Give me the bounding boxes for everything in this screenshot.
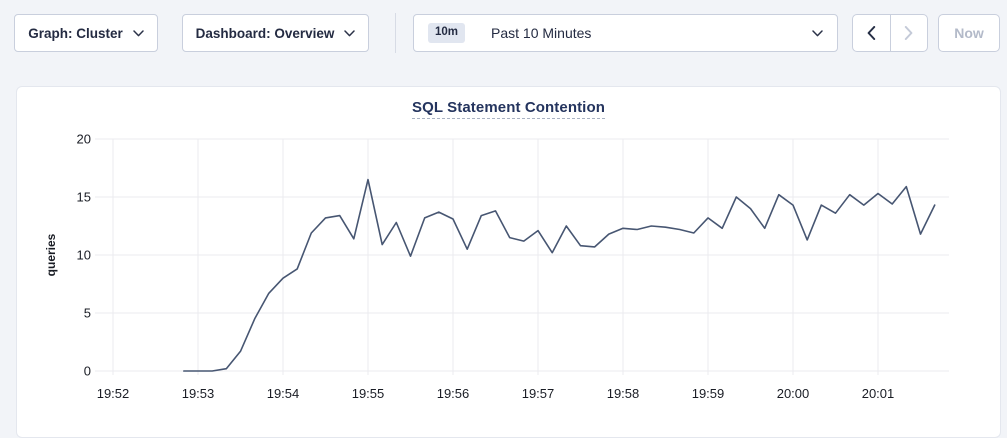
toolbar-divider [395, 13, 396, 53]
x-tick-label: 20:00 [777, 386, 810, 401]
chart-plot[interactable]: 0 5 10 15 20 19:52 19:53 19:54 19:55 19:56 19:57 19… [17, 123, 1002, 433]
prev-time-button[interactable] [853, 15, 891, 51]
x-tick-label: 20:01 [862, 386, 895, 401]
chevron-right-icon [904, 26, 913, 40]
time-window-badge: 10m [428, 23, 465, 43]
dashboard-dropdown[interactable]: Dashboard: Overview [182, 14, 369, 52]
x-tick-label: 19:55 [352, 386, 385, 401]
y-tick-label: 20 [77, 132, 91, 147]
time-range-label: Past 10 Minutes [491, 25, 591, 41]
y-tick-label: 0 [84, 364, 91, 379]
chart-title-row: SQL Statement Contention [17, 87, 1000, 119]
chevron-down-icon [812, 30, 823, 37]
next-time-button[interactable] [891, 15, 928, 51]
graph-dropdown[interactable]: Graph: Cluster [14, 14, 158, 52]
x-tick-label: 19:53 [182, 386, 215, 401]
y-tick-label: 5 [84, 306, 91, 321]
graph-dropdown-label: Graph: Cluster [28, 26, 123, 41]
chart-card: SQL Statement Contention 0 5 10 15 20 19:52 19… [16, 86, 1001, 438]
now-button-label: Now [954, 25, 984, 41]
chart-title[interactable]: SQL Statement Contention [412, 99, 605, 119]
x-tick-label: 19:54 [267, 386, 300, 401]
series-line [184, 180, 935, 371]
dashboard-dropdown-label: Dashboard: Overview [196, 26, 335, 41]
x-tick-label: 19:59 [692, 386, 725, 401]
time-range-dropdown[interactable]: 10m Past 10 Minutes [413, 14, 838, 52]
x-tick-label: 19:57 [522, 386, 555, 401]
now-button[interactable]: Now [938, 14, 1000, 52]
y-tick-label: 15 [77, 190, 91, 205]
chevron-left-icon [867, 26, 876, 40]
y-axis-label: queries [44, 233, 58, 276]
x-tick-label: 19:56 [437, 386, 470, 401]
x-tick-label: 19:58 [607, 386, 640, 401]
y-tick-label: 10 [77, 248, 91, 263]
time-nav-group [852, 14, 928, 52]
chevron-down-icon [133, 30, 144, 37]
x-tick-label: 19:52 [97, 386, 130, 401]
chevron-down-icon [344, 30, 355, 37]
